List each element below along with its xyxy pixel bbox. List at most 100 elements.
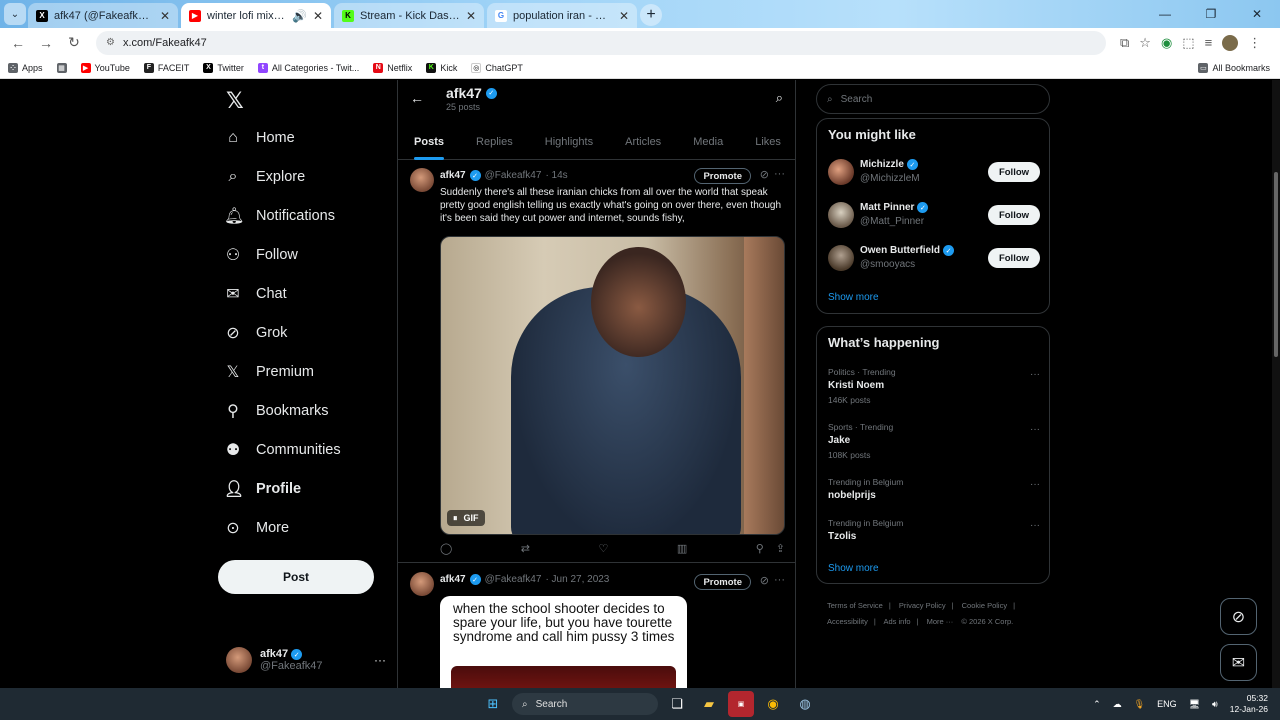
task-view-icon[interactable]: ❏ [664,691,690,717]
extension-green-icon[interactable]: ◉ [1161,35,1172,51]
suggestion-handle[interactable]: @MichizzleM [860,173,920,184]
footer-link-terms[interactable]: Terms of Service [827,601,883,610]
speaker-icon[interactable]: 🔊 [292,9,307,23]
bookmark-chatgpt[interactable]: ◎ ChatGPT [471,62,523,73]
search-input[interactable]: ⌕ Search [816,84,1050,114]
chrome-menu-icon[interactable]: ⋮ [1248,35,1261,51]
nav-more[interactable]: ⊙ More [224,511,289,545]
chrome-icon[interactable]: ◉ [760,691,786,717]
tweet-author-handle[interactable]: @Fakeafk47 [485,574,542,585]
bookmark-apps-grid[interactable]: ▦ [56,62,67,73]
nav-follow[interactable]: ⚇ Follow [224,238,298,272]
trend-item[interactable]: Politics · Trending Kristi Noem 146K pos… [828,367,1040,411]
nav-profile[interactable]: 👤︎ Profile [224,472,301,506]
avatar[interactable] [828,245,854,271]
promote-button[interactable]: Promote [694,574,751,590]
language-indicator[interactable]: ENG [1157,699,1177,709]
retweet-icon[interactable]: ⇄ [521,542,530,555]
bookmark-twitch[interactable]: t All Categories - Twit... [257,62,359,73]
tweet[interactable]: afk47 ✓ @Fakeafk47 · 14s Promote ⊘ ··· S… [398,162,795,562]
tab-posts[interactable]: Posts [414,124,444,160]
close-tab-icon[interactable]: ✕ [313,9,323,23]
tweet[interactable]: afk47 ✓ @Fakeafk47 · Jun 27, 2023 Promot… [398,566,795,688]
profile-avatar-icon[interactable] [1222,34,1239,51]
more-dots-icon[interactable]: ··· [774,574,785,586]
more-dots-icon[interactable]: ··· [1030,369,1040,380]
messages-fab-button[interactable]: ✉ [1220,644,1257,681]
grok-icon[interactable]: ⊘ [760,168,769,181]
more-dots-icon[interactable]: ··· [1030,520,1040,531]
avatar[interactable] [410,572,434,596]
suggestion-handle[interactable]: @smooyacs [860,259,915,270]
reply-icon[interactable]: ◯ [440,542,452,555]
suggestion-item[interactable]: Matt Pinner ✓ @Matt_Pinner Follow [828,198,1040,232]
avatar[interactable] [828,159,854,185]
app-icon[interactable]: ▣ [728,691,754,717]
tab-search-button[interactable]: ⌄ [4,3,26,25]
reload-icon[interactable]: ↻ [62,31,86,55]
suggestion-item[interactable]: Michizzle ✓ @MichizzleM Follow [828,155,1040,189]
all-bookmarks-button[interactable]: ▭ All Bookmarks [1198,62,1270,73]
nav-chat[interactable]: ✉ Chat [224,277,286,311]
follow-button[interactable]: Follow [988,205,1040,225]
promote-button[interactable]: Promote [694,168,751,184]
x-logo-icon[interactable]: 𝕏 [226,88,244,114]
tweet-gif-media[interactable]: ⏸ GIF [440,236,785,535]
tab-replies[interactable]: Replies [476,124,513,160]
install-app-icon[interactable]: ⧉ [1120,35,1129,51]
bookmark-kick[interactable]: K Kick [426,62,457,73]
browser-tab-x[interactable]: X afk47 (@Fakeafk47) / X ✕ [28,3,178,28]
tweet-author-handle[interactable]: @Fakeafk47 [485,170,542,181]
nav-bookmarks[interactable]: ⚲ Bookmarks [224,394,328,428]
tab-likes[interactable]: Likes [755,124,781,160]
bookmark-apps[interactable]: ⁘ Apps [8,62,43,73]
suggestion-name[interactable]: Michizzle [860,159,904,170]
back-arrow-icon[interactable]: ← [410,90,424,106]
onedrive-icon[interactable]: ☁ [1113,699,1122,710]
suggestion-handle[interactable]: @Matt_Pinner [860,216,924,227]
avatar[interactable] [410,168,434,192]
steam-icon[interactable]: ◍ [792,691,818,717]
tab-media[interactable]: Media [693,124,723,160]
account-switcher[interactable]: afk47 ✓ @Fakeafk47 ··· [226,642,386,678]
site-info-icon[interactable]: ⚙ [106,37,115,48]
footer-link-ads[interactable]: Ads info [883,617,910,626]
tweet-author-name[interactable]: afk47 [440,170,466,181]
file-explorer-icon[interactable]: ▰ [696,691,722,717]
taskbar-search[interactable]: ⌕ Search [512,693,658,715]
tweet-time[interactable]: · 14s [545,170,567,181]
back-icon[interactable]: ← [6,31,30,55]
nav-communities[interactable]: ⚉ Communities [224,433,341,467]
mic-icon[interactable]: 🎙︎ [1134,699,1145,710]
close-tab-icon[interactable]: ✕ [160,9,170,23]
bookmark-faceit[interactable]: F FACEIT [143,62,189,73]
nav-notifications[interactable]: 🔔︎ Notifications [224,199,335,233]
windows-start-icon[interactable]: ⊞ [480,691,506,717]
follow-button[interactable]: Follow [988,162,1040,182]
chevron-up-icon[interactable]: ⌃ [1093,699,1101,710]
share-icon[interactable]: ⇪ [776,542,785,555]
more-dots-icon[interactable]: ··· [1030,479,1040,490]
address-bar[interactable]: ⚙ x.com/Fakeafk47 [96,30,1106,55]
nav-grok[interactable]: ⊘ Grok [224,316,287,350]
star-icon[interactable]: ☆ [1139,35,1151,51]
footer-link-privacy[interactable]: Privacy Policy [899,601,946,610]
clock[interactable]: 05:32 12-Jan-26 [1230,693,1268,715]
close-tab-icon[interactable]: ✕ [466,9,476,23]
suggestion-name[interactable]: Matt Pinner [860,202,914,213]
search-icon[interactable]: ⌕ [776,90,783,106]
grok-icon[interactable]: ⊘ [760,574,769,587]
suggestion-name[interactable]: Owen Butterfield [860,245,940,256]
bookmark-icon[interactable]: ⚲ [756,542,764,555]
nav-home[interactable]: ⌂ Home [224,121,295,155]
follow-button[interactable]: Follow [988,248,1040,268]
minimize-icon[interactable]: — [1142,0,1188,28]
volume-icon[interactable]: 🔊︎ [1212,699,1218,710]
bookmark-twitter[interactable]: X Twitter [203,62,244,73]
gif-label[interactable]: ⏸ GIF [447,510,485,526]
post-button[interactable]: Post [218,560,374,594]
nav-premium[interactable]: 𝕏 Premium [224,355,314,389]
bookmark-youtube[interactable]: ▶ YouTube [80,62,130,73]
footer-link-more[interactable]: More ··· [927,617,954,626]
close-window-icon[interactable]: ✕ [1234,0,1280,28]
